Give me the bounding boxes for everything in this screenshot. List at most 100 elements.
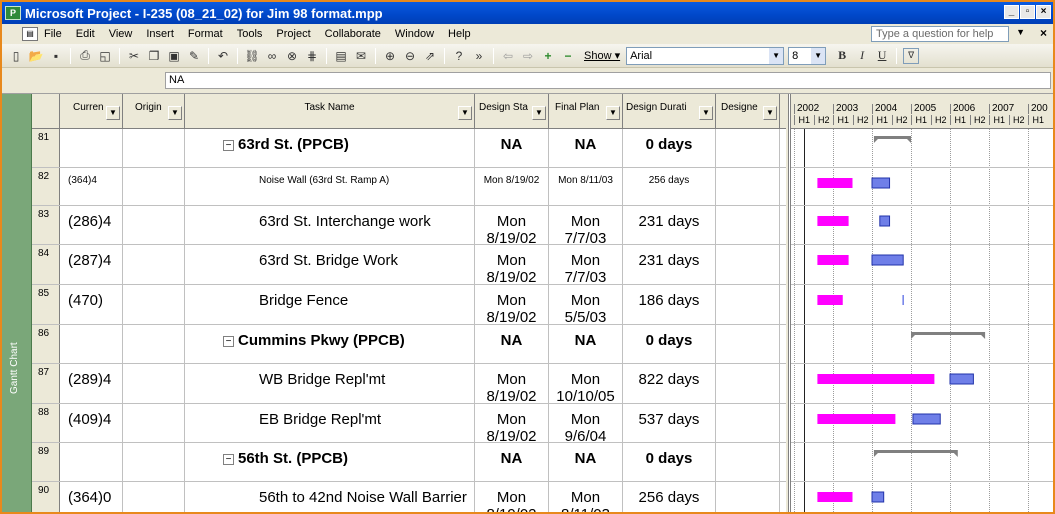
design-start-cell[interactable]: Mon 8/19/02 — [475, 168, 549, 205]
origin-cell[interactable] — [123, 129, 185, 167]
unlink-tasks-icon[interactable]: ⊗ — [284, 48, 300, 64]
task-name-cell[interactable]: − Cummins Pkwy (PPCB) — [185, 325, 475, 363]
design-duration-cell[interactable]: 186 days — [623, 285, 716, 324]
final-plan-cell[interactable]: Mon 9/6/04 — [549, 404, 623, 442]
hyperlink-icon[interactable]: ⛓ — [244, 48, 260, 64]
column-header-design-start[interactable]: Design Sta ▼ — [475, 94, 549, 129]
autofilter-icon[interactable]: ∇ — [903, 47, 920, 64]
paste-icon[interactable]: ▣ — [166, 48, 182, 64]
zoom-out-icon[interactable]: ⊖ — [402, 48, 418, 64]
chevron-down-icon[interactable]: ▼ — [168, 106, 182, 120]
menu-format[interactable]: Format — [188, 28, 223, 40]
chevron-down-icon[interactable]: ▼ — [763, 106, 777, 120]
menu-view[interactable]: View — [109, 28, 133, 40]
design-bar[interactable] — [817, 414, 896, 424]
link-tasks-icon[interactable]: ∞ — [264, 48, 280, 64]
design-start-cell[interactable]: NA — [475, 325, 549, 363]
print-preview-icon[interactable]: ◱ — [97, 48, 113, 64]
design-start-cell[interactable]: NA — [475, 443, 549, 481]
menu-help[interactable]: Help — [448, 28, 471, 40]
summary-bar[interactable] — [873, 136, 911, 143]
bold-button[interactable]: B — [834, 48, 850, 64]
document-icon[interactable]: ▤ — [22, 27, 38, 41]
italic-button[interactable]: I — [854, 48, 870, 64]
menu-project[interactable]: Project — [276, 28, 310, 40]
document-close-button[interactable]: × — [1040, 26, 1047, 40]
column-header-origin[interactable]: Origin ▼ — [123, 94, 185, 129]
task-name-cell[interactable]: Bridge Fence — [185, 285, 475, 324]
design-duration-cell[interactable]: 256 days — [623, 168, 716, 205]
plan-bar[interactable] — [879, 215, 891, 227]
design-duration-cell[interactable]: 231 days — [623, 245, 716, 284]
help-dropdown-icon[interactable]: ▼ — [1016, 27, 1025, 37]
origin-cell[interactable] — [123, 482, 185, 512]
font-size-select[interactable]: 8 ▼ — [788, 46, 827, 65]
task-name-cell[interactable]: EB Bridge Repl'mt — [185, 404, 475, 442]
restore-button[interactable]: ▫ — [1020, 5, 1035, 19]
design-start-cell[interactable]: Mon 8/19/02 — [475, 285, 549, 324]
task-name-cell[interactable]: 56th to 42nd Noise Wall Barrier — [185, 482, 475, 512]
chevron-down-icon[interactable]: ▼ — [532, 106, 546, 120]
menu-window[interactable]: Window — [395, 28, 434, 40]
origin-cell[interactable] — [123, 285, 185, 324]
chevron-down-icon[interactable]: ▼ — [458, 106, 472, 120]
design-bar[interactable] — [817, 216, 849, 226]
plan-bar[interactable] — [871, 254, 904, 266]
designer-cell[interactable] — [716, 129, 780, 167]
save-icon[interactable]: ▪ — [48, 48, 64, 64]
final-plan-cell[interactable]: Mon 5/5/03 — [549, 285, 623, 324]
row-id-cell[interactable]: 88 — [32, 404, 60, 442]
view-label[interactable]: Gantt Chart — [9, 342, 20, 394]
origin-cell[interactable] — [123, 245, 185, 284]
current-cell[interactable]: (287)4 — [60, 245, 123, 284]
print-icon[interactable]: ⎙ — [77, 48, 93, 64]
summary-bar[interactable] — [873, 450, 958, 457]
plan-bar[interactable] — [871, 491, 885, 503]
plan-bar[interactable] — [912, 413, 941, 425]
toolbar-options-icon[interactable]: » — [471, 48, 487, 64]
menu-edit[interactable]: Edit — [76, 28, 95, 40]
origin-cell[interactable] — [123, 168, 185, 205]
menu-collaborate[interactable]: Collaborate — [325, 28, 381, 40]
designer-cell[interactable] — [716, 482, 780, 512]
column-header-design-duration[interactable]: Design Durati ▼ — [623, 94, 716, 129]
close-button[interactable]: × — [1036, 5, 1051, 19]
design-start-cell[interactable]: Mon 8/19/02 — [475, 482, 549, 512]
row-id-cell[interactable]: 85 — [32, 285, 60, 324]
row-id-cell[interactable]: 84 — [32, 245, 60, 284]
menu-tools[interactable]: Tools — [237, 28, 263, 40]
underline-button[interactable]: U — [874, 48, 890, 64]
design-bar[interactable] — [817, 295, 843, 305]
copy-icon[interactable]: ❐ — [146, 48, 162, 64]
current-cell[interactable]: (364)4 — [60, 168, 123, 205]
help-icon[interactable]: ? — [451, 48, 467, 64]
final-plan-cell[interactable]: Mon 10/10/05 — [549, 364, 623, 403]
plan-bar[interactable] — [871, 177, 891, 189]
final-plan-cell[interactable]: Mon 7/7/03 — [549, 206, 623, 244]
split-task-icon[interactable]: ⋕ — [304, 48, 320, 64]
indent-icon[interactable]: ⇨ — [520, 48, 536, 64]
plan-bar[interactable] — [902, 295, 904, 305]
row-id-cell[interactable]: 89 — [32, 443, 60, 481]
design-bar[interactable] — [817, 178, 853, 188]
task-name-cell[interactable]: 63rd St. Interchange work — [185, 206, 475, 244]
row-id-cell[interactable]: 90 — [32, 482, 60, 512]
table-row[interactable]: 81−63rd St. (PPCB) NA NA 0 days — [32, 129, 786, 168]
task-name-cell[interactable]: 63rd St. Bridge Work — [185, 245, 475, 284]
task-info-icon[interactable]: ▤ — [333, 48, 349, 64]
design-start-cell[interactable]: NA — [475, 129, 549, 167]
designer-cell[interactable] — [716, 206, 780, 244]
collapse-toggle-icon[interactable]: − — [223, 336, 234, 347]
designer-cell[interactable] — [716, 285, 780, 324]
table-row[interactable]: 89−56th St. (PPCB) NA NA 0 days — [32, 443, 786, 482]
row-id-cell[interactable]: 83 — [32, 206, 60, 244]
final-plan-cell[interactable]: NA — [549, 129, 623, 167]
design-duration-cell[interactable]: 822 days — [623, 364, 716, 403]
outdent-icon[interactable]: ⇦ — [500, 48, 516, 64]
menu-file[interactable]: File — [44, 28, 62, 40]
show-menu-button[interactable]: Show ▾ — [584, 49, 620, 62]
designer-cell[interactable] — [716, 245, 780, 284]
design-start-cell[interactable]: Mon 8/19/02 — [475, 364, 549, 403]
origin-cell[interactable] — [123, 364, 185, 403]
row-id-cell[interactable]: 87 — [32, 364, 60, 403]
